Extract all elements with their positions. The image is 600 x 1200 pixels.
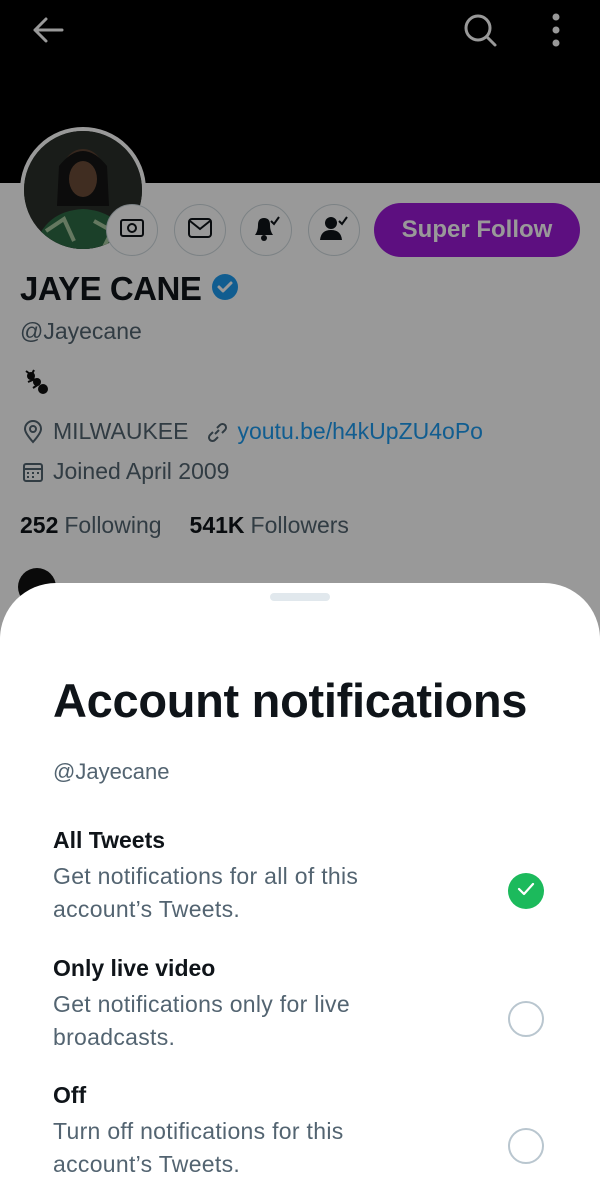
radio-unselected[interactable] <box>508 1128 544 1164</box>
radio-selected[interactable] <box>508 873 544 909</box>
option-off[interactable]: Off Turn off notifications for this acco… <box>53 1082 573 1181</box>
option-title: All Tweets <box>53 827 166 853</box>
option-title: Only live video <box>53 955 216 981</box>
checkmark-icon <box>516 881 536 902</box>
option-description: Get notifications only for live broadcas… <box>53 991 350 1050</box>
option-description: Turn off notifications for this account’… <box>53 1118 344 1177</box>
option-only-live-video[interactable]: Only live video Get notifications only f… <box>53 955 573 1054</box>
sheet-grabber[interactable] <box>270 593 330 601</box>
option-all-tweets[interactable]: All Tweets Get notifications for all of … <box>53 827 573 926</box>
radio-unselected[interactable] <box>508 1001 544 1037</box>
option-description: Get notifications for all of this accoun… <box>53 863 359 922</box>
account-notifications-sheet: Account notifications @Jayecane All Twee… <box>0 583 600 1200</box>
option-title: Off <box>53 1082 87 1108</box>
sheet-handle: @Jayecane <box>53 759 170 784</box>
sheet-title: Account notifications <box>53 674 528 727</box>
